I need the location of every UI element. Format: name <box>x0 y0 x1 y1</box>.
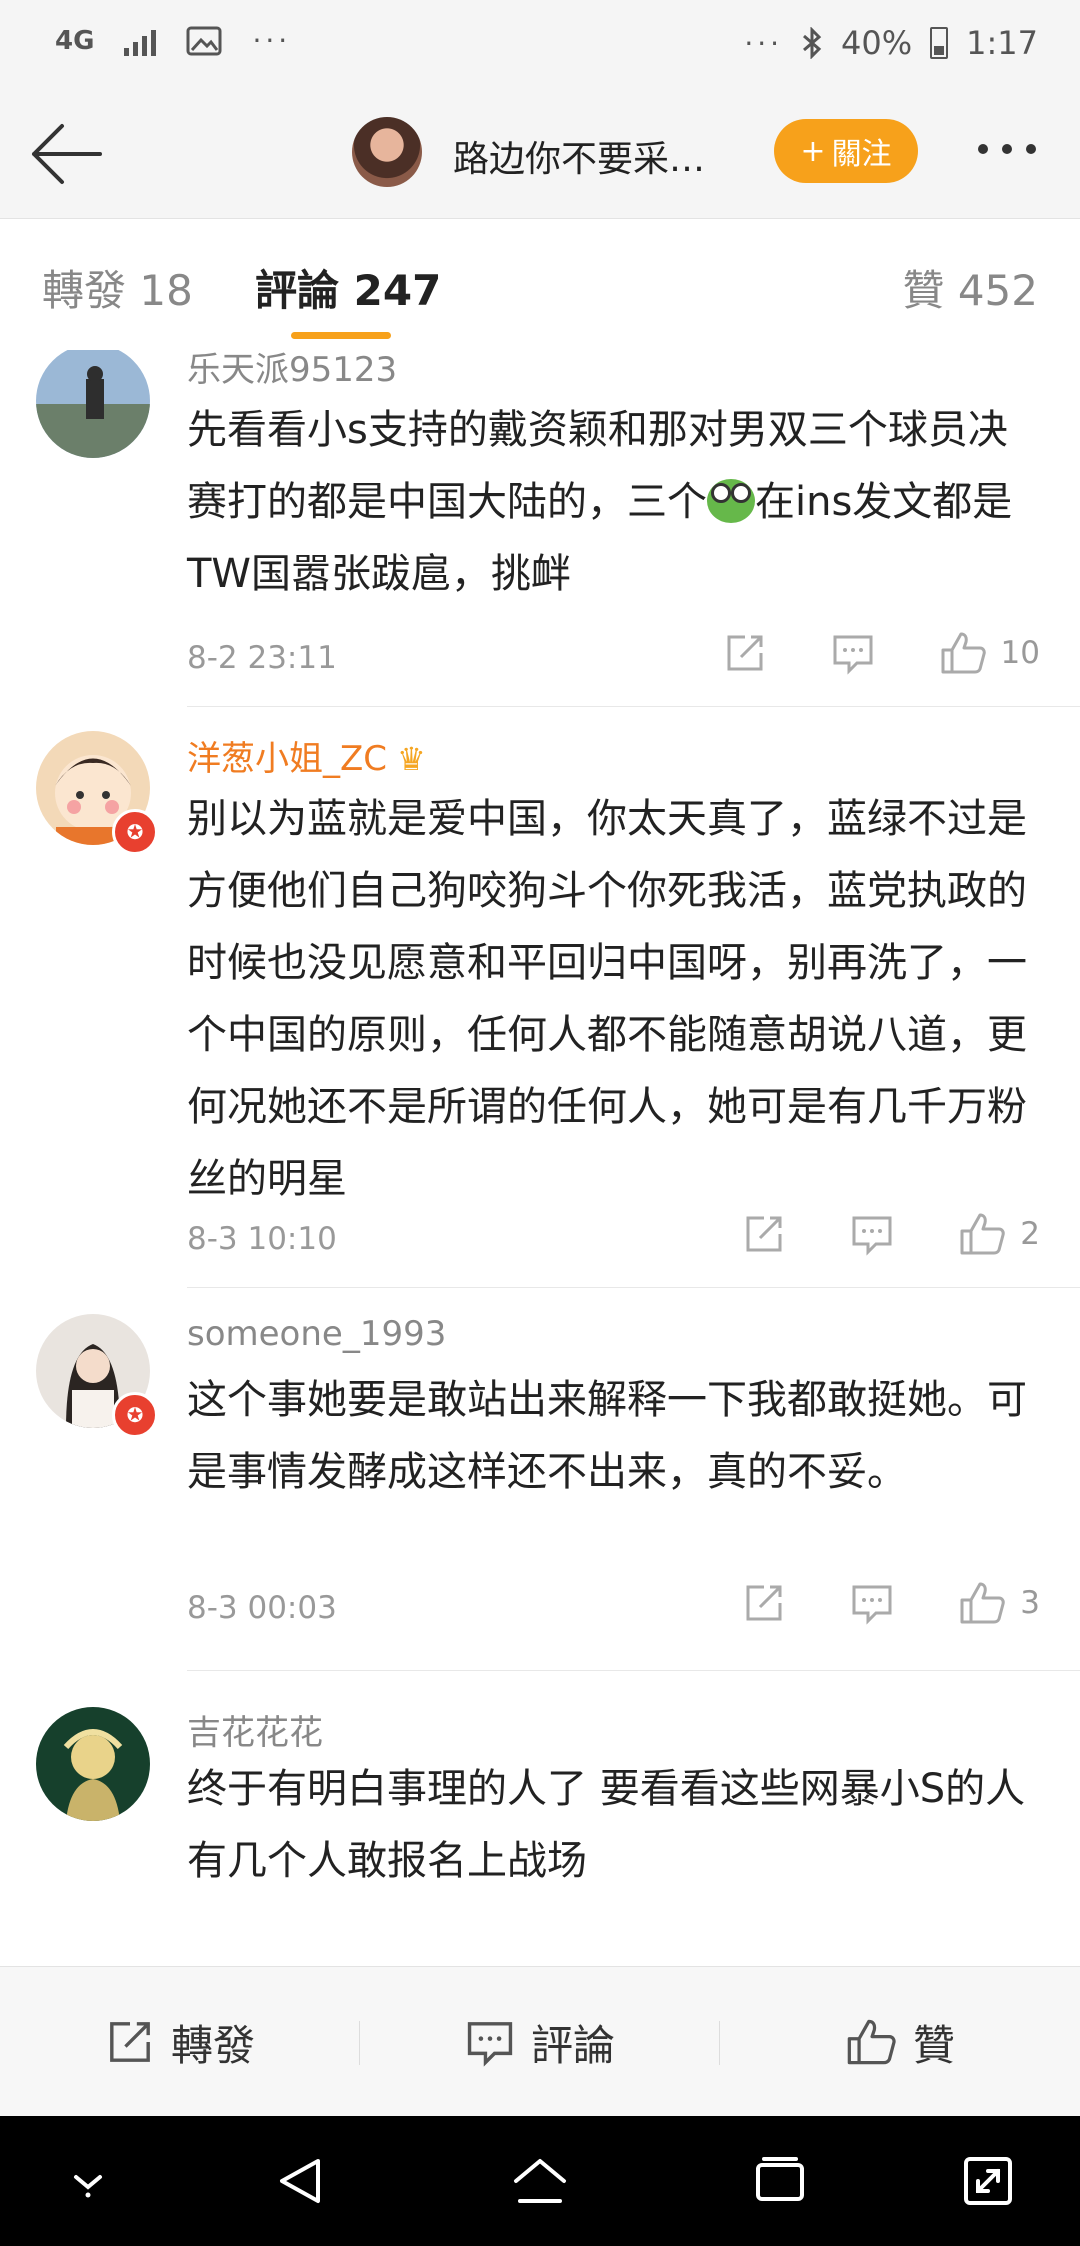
like-button[interactable]: 贊 <box>720 1967 1080 2117</box>
comment-reply-button[interactable] <box>850 1581 894 1625</box>
image-icon <box>186 26 222 55</box>
battery-icon <box>930 27 949 59</box>
home-icon[interactable] <box>510 2151 570 2211</box>
thumbs-up-icon <box>960 1582 1006 1624</box>
frog-emoji-icon <box>707 479 755 523</box>
crown-icon: ♛ <box>397 740 426 778</box>
comment-item: ✪ 洋葱小姐_ZC ♛ 别以为蓝就是爱中国，你太天真了，蓝绿不过是方便他们自己狗咬… <box>0 707 1080 1288</box>
like-count: 3 <box>1020 1585 1040 1621</box>
chevron-down-icon[interactable] <box>58 2151 118 2211</box>
tab-bar: 轉發 18 評論 247 贊 452 <box>0 219 1080 350</box>
user-avatar[interactable] <box>36 1707 150 1821</box>
share-icon <box>727 635 763 671</box>
post-title[interactable]: 路边你不要采… <box>453 130 705 182</box>
status-left: 4G ··· <box>55 24 291 57</box>
thumbs-up-icon <box>960 1213 1006 1255</box>
expand-screen-icon[interactable] <box>958 2151 1018 2211</box>
status-bar: 4G ··· ··· 40% 1:17 <box>0 0 1080 92</box>
comment-icon <box>467 2022 513 2067</box>
comment-text: 终于有明白事理的人了 要看看这些网暴小S的人 有几个人敢报名上战场 <box>187 1766 1026 1884</box>
share-icon <box>746 1216 782 1252</box>
comment-item: 吉花花花 终于有明白事理的人了 要看看这些网暴小S的人 有几个人敢报名上战场 <box>0 1671 1080 1966</box>
bottom-action-bar: 轉發 評論 贊 <box>0 1966 1080 2117</box>
bluetooth-icon <box>803 27 822 59</box>
status-right: ··· 40% 1:17 <box>744 24 1038 62</box>
like-label: 贊 <box>912 2020 955 2070</box>
comment-like-button[interactable]: 2 <box>958 1211 1040 1257</box>
user-avatar[interactable] <box>36 350 150 458</box>
comment-repost-button[interactable] <box>742 1212 786 1256</box>
like-count: 2 <box>1020 1216 1040 1252</box>
header: 路边你不要采… + 關注 <box>0 92 1080 219</box>
verified-badge-icon: ✪ <box>112 1392 158 1438</box>
comment-item: ✪ someone_1993 这个事她要是敢站出来解释一下我都敢挺她。可是事情发… <box>0 1288 1080 1688</box>
signal-icon <box>124 26 157 56</box>
plus-icon: + <box>800 133 826 169</box>
comment-text: 先看看小s支持的戴资颖和那对男双三个球员决赛打的都是中国大陆的，三个 在ins发文… <box>187 407 1013 597</box>
comment-actions: 2 <box>678 1211 1040 1257</box>
comment-repost-button[interactable] <box>742 1581 786 1625</box>
follow-label: 關注 <box>831 137 892 172</box>
comment-time: 8-3 10:10 <box>187 1221 337 1257</box>
comment-time: 8-2 23:11 <box>187 640 337 676</box>
back-icon[interactable] <box>270 2151 330 2211</box>
back-arrow-icon[interactable] <box>28 120 104 188</box>
clock: 1:17 <box>966 24 1038 62</box>
share-icon <box>746 1585 782 1621</box>
thumbs-up-icon <box>941 632 986 674</box>
comment-text: 别以为蓝就是爱中国，你太天真了，蓝绿不过是方便他们自己狗咬狗斗个你死我活，蓝党执… <box>187 796 1027 1202</box>
follow-button[interactable]: + 關注 <box>774 119 918 183</box>
more-status-icon: ··· <box>744 26 784 60</box>
comment-like-button[interactable]: 3 <box>958 1580 1040 1626</box>
comment-username[interactable]: 洋葱小姐_ZC ♛ <box>187 731 426 780</box>
comment-item: 乐天派95123 先看看小s支持的戴资颖和那对男双三个球员决赛打的都是中国大陆的… <box>0 350 1080 710</box>
comment-actions: 3 <box>678 1580 1040 1626</box>
comment-text: 这个事她要是敢站出来解释一下我都敢挺她。可是事情发酵成这样还不出来，真的不妥。 <box>187 1377 1027 1495</box>
comment-list[interactable]: 乐天派95123 先看看小s支持的戴资颖和那对男双三个球员决赛打的都是中国大陆的… <box>0 350 1080 1966</box>
verified-badge-icon: ✪ <box>112 809 158 855</box>
comment-like-button[interactable]: 10 <box>939 630 1040 676</box>
repost-button[interactable]: 轉發 <box>0 1967 360 2117</box>
recent-apps-icon[interactable] <box>750 2151 810 2211</box>
comment-username[interactable]: someone_1993 <box>187 1314 446 1354</box>
battery-percent: 40% <box>841 24 913 62</box>
like-count: 10 <box>1000 635 1040 671</box>
comment-button[interactable]: 評論 <box>360 1967 720 2117</box>
thumbs-up-icon <box>847 2019 896 2065</box>
comment-label: 評論 <box>530 2020 615 2070</box>
comment-icon <box>833 635 873 675</box>
more-options-icon[interactable] <box>978 144 1036 154</box>
comment-username[interactable]: 吉花花花 <box>187 1705 323 1754</box>
network-type: 4G <box>55 25 95 56</box>
active-tab-indicator <box>291 332 391 339</box>
comment-reply-button[interactable] <box>831 631 875 675</box>
tab-comments[interactable]: 評論 247 <box>255 257 441 318</box>
comment-time: 8-3 00:03 <box>187 1590 337 1626</box>
tab-likes[interactable]: 贊 452 <box>902 257 1038 318</box>
comment-reply-button[interactable] <box>850 1212 894 1256</box>
more-notifications-icon: ··· <box>252 24 292 57</box>
author-avatar[interactable] <box>352 117 422 187</box>
comment-actions: 10 <box>659 630 1040 676</box>
comment-username[interactable]: 乐天派95123 <box>187 350 397 391</box>
comment-repost-button[interactable] <box>723 631 767 675</box>
share-icon <box>110 2022 150 2062</box>
system-nav-bar <box>0 2116 1080 2246</box>
tab-reposts[interactable]: 轉發 18 <box>42 257 193 318</box>
repost-label: 轉發 <box>170 2020 255 2070</box>
comment-icon <box>852 1585 892 1625</box>
comment-icon <box>852 1216 892 1256</box>
